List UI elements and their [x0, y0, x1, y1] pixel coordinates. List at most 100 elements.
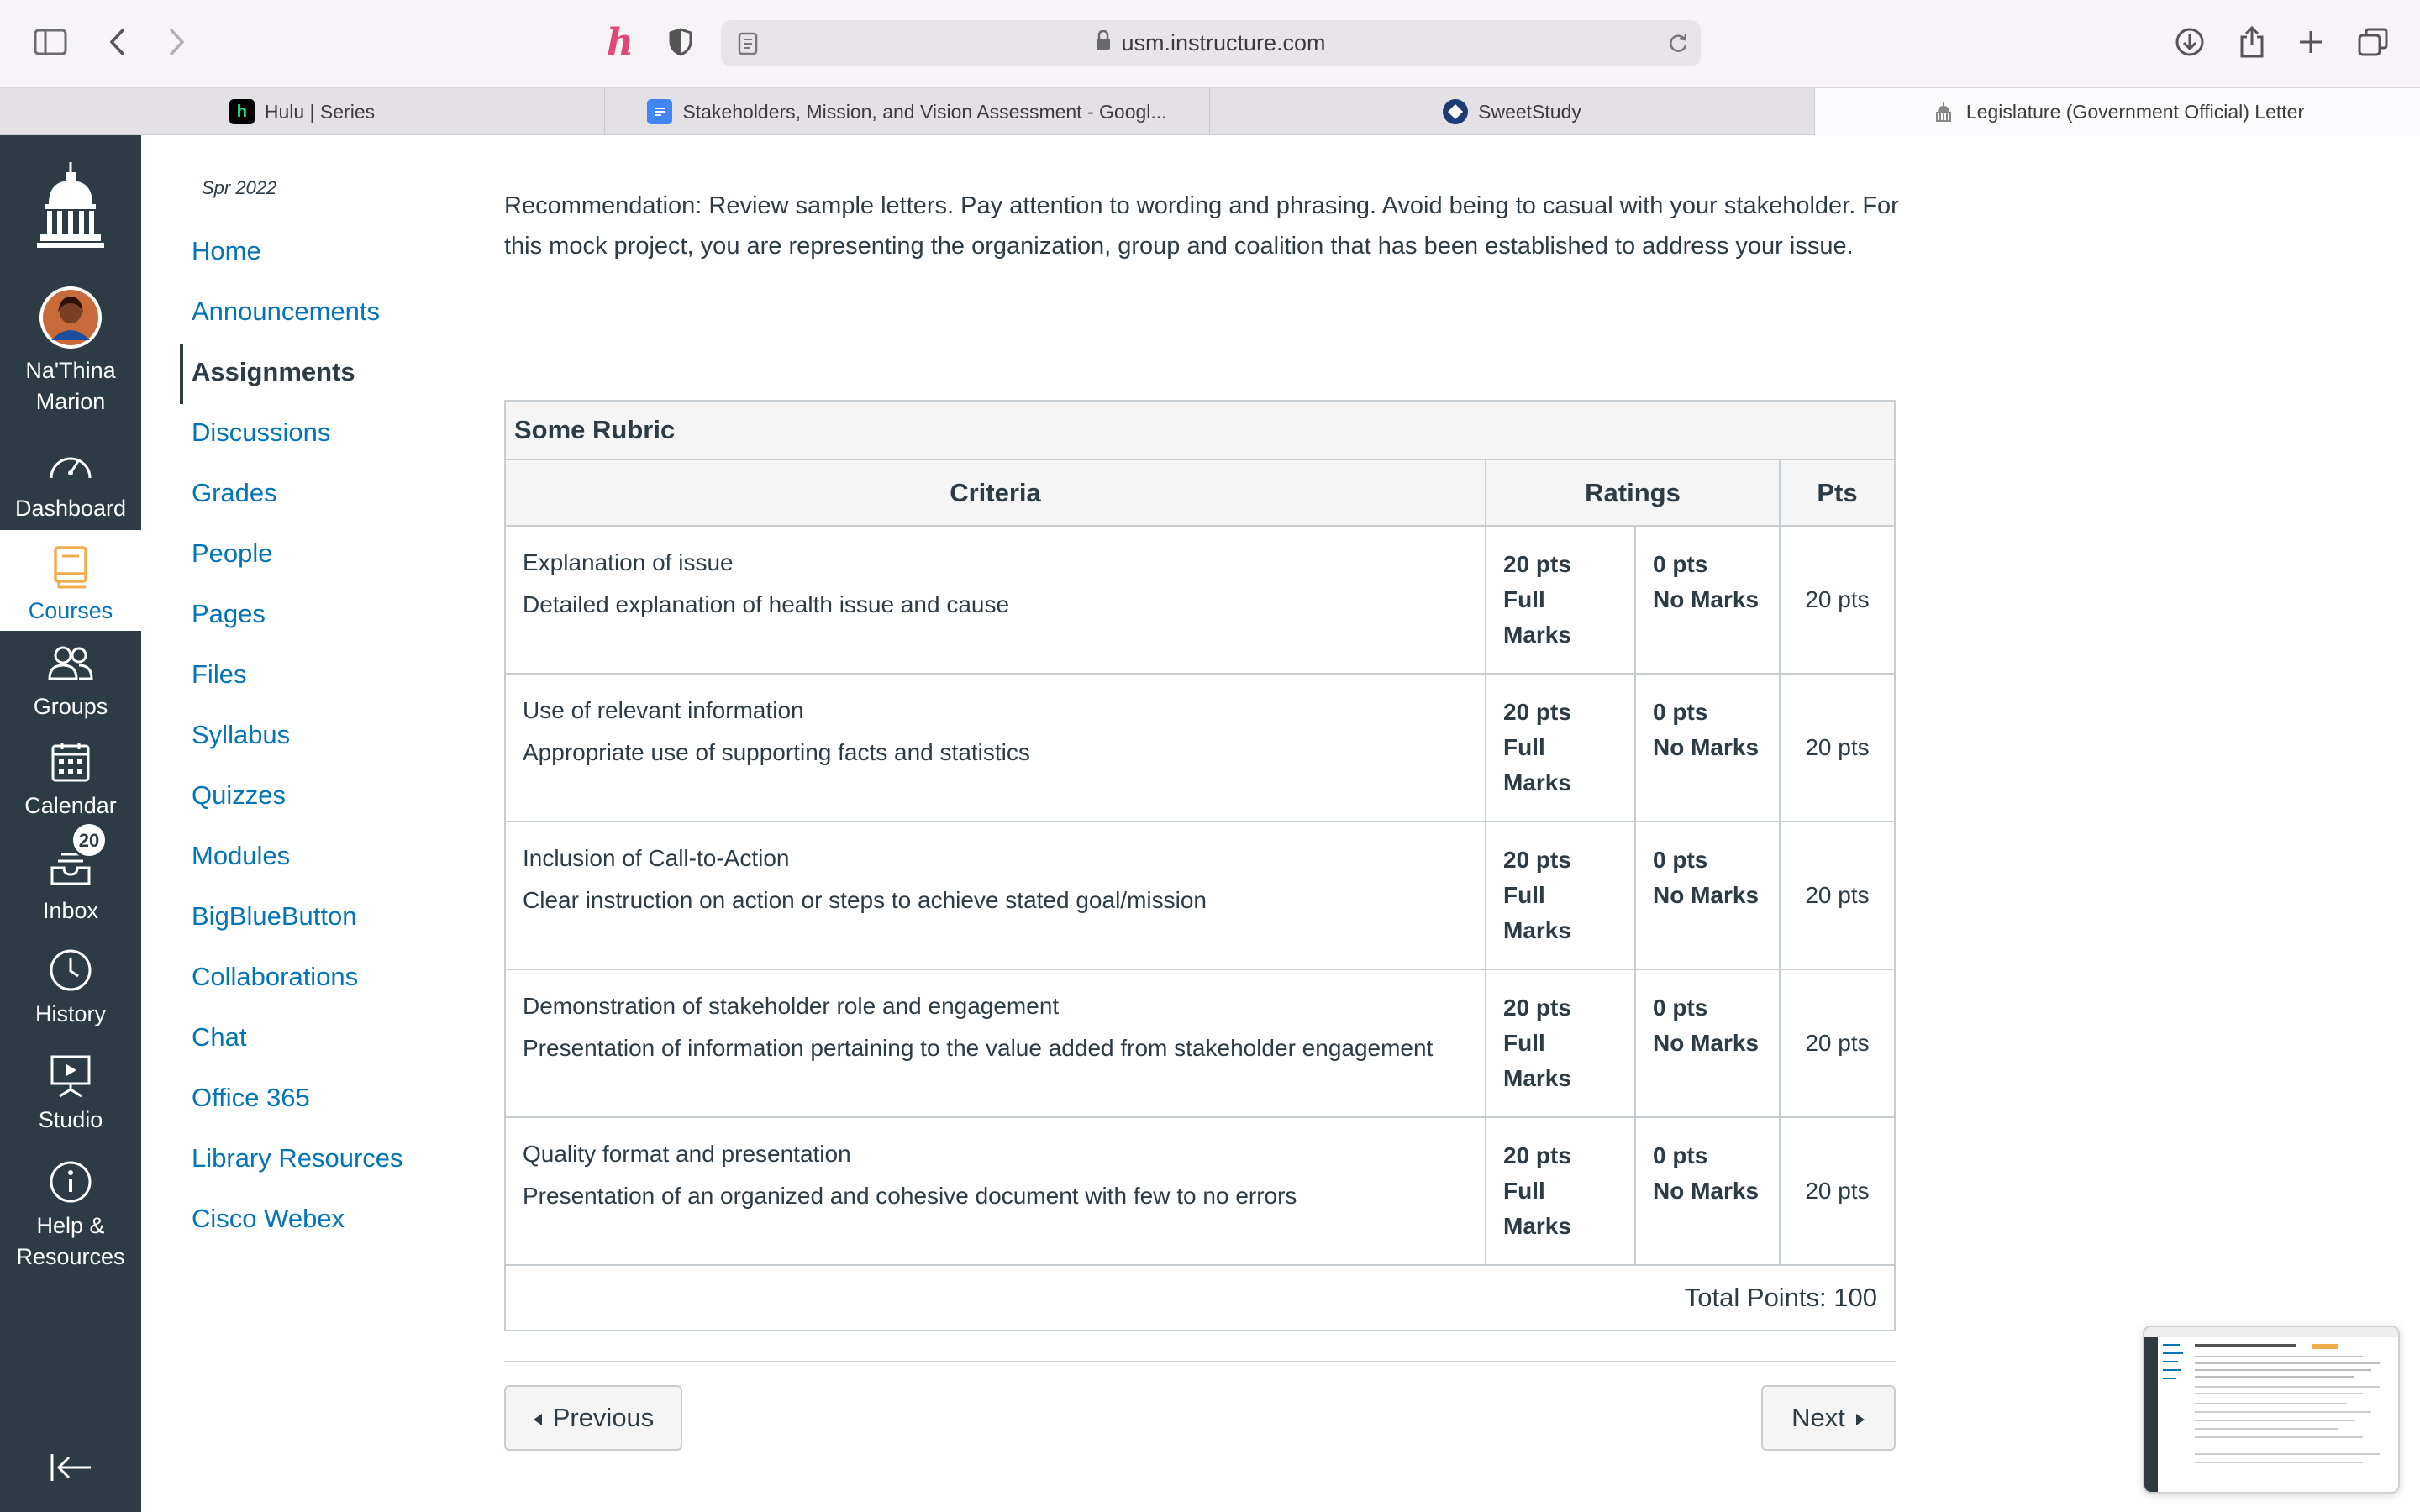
- rating-full-marks: 20 pts Full Marks: [1486, 674, 1636, 822]
- criterion-description: Presentation of information pertaining t…: [523, 1035, 1434, 1061]
- address-bar[interactable]: usm.instructure.com: [721, 20, 1701, 66]
- course-nav-syllabus[interactable]: Syllabus: [192, 720, 290, 750]
- calendar-label: Calendar: [24, 793, 117, 818]
- studio-icon: [47, 1053, 94, 1100]
- history-label: History: [34, 1001, 106, 1026]
- tab-bar: h Hulu | Series Stakeholders, Mission, a…: [0, 88, 2420, 136]
- tab-title: Stakeholders, Mission, and Vision Assess…: [682, 100, 1167, 123]
- tab-google-doc[interactable]: Stakeholders, Mission, and Vision Assess…: [605, 88, 1210, 135]
- tab-title: SweetStudy: [1478, 100, 1581, 123]
- next-label: Next: [1791, 1403, 1845, 1432]
- groups-label: Groups: [33, 694, 108, 719]
- pager-divider: [504, 1361, 1896, 1362]
- reload-icon[interactable]: [1667, 32, 1689, 60]
- back-icon[interactable]: [97, 22, 138, 62]
- rating-points: 20 pts: [1503, 1142, 1571, 1168]
- course-nav-files[interactable]: Files: [192, 659, 246, 690]
- course-nav-pages[interactable]: Pages: [192, 599, 266, 629]
- dashboard-label: Dashboard: [14, 496, 127, 521]
- course-nav-people[interactable]: People: [192, 538, 273, 569]
- rubric-header-row: Criteria Ratings Pts: [506, 460, 1894, 527]
- new-tab-icon[interactable]: [2291, 22, 2331, 62]
- rating-label: No Marks: [1653, 586, 1760, 612]
- rating-points: 20 pts: [1503, 551, 1571, 577]
- browser-toolbar: h usm.instructure.com: [0, 0, 2420, 88]
- groups-nav-item[interactable]: Groups: [0, 639, 141, 722]
- rating-full-marks: 20 pts Full Marks: [1486, 969, 1636, 1118]
- calendar-nav-item[interactable]: Calendar: [0, 738, 141, 822]
- criterion-title: Inclusion of Call-to-Action: [523, 845, 790, 871]
- rating-points: 20 pts: [1503, 995, 1571, 1021]
- main-content: Recommendation: Review sample letters. P…: [504, 135, 2420, 1512]
- criterion-points: 20 pts: [1780, 822, 1894, 970]
- honey-extension-icon[interactable]: h: [600, 21, 640, 64]
- criterion-title: Explanation of issue: [523, 549, 734, 575]
- tab-legislature-letter[interactable]: Legislature (Government Official) Letter: [1815, 88, 2420, 136]
- screenshot-thumbnail[interactable]: [2143, 1326, 2400, 1494]
- rating-label: No Marks: [1653, 734, 1760, 760]
- downloads-icon[interactable]: [2170, 22, 2210, 62]
- course-nav-bigbluebutton[interactable]: BigBlueButton: [192, 901, 356, 932]
- course-nav-assignments[interactable]: Assignments: [192, 357, 355, 387]
- rating-points: 0 pts: [1653, 995, 1708, 1021]
- institution-logo[interactable]: [0, 160, 141, 253]
- sweetstudy-icon: [1443, 99, 1469, 124]
- history-clock-icon: [47, 947, 94, 994]
- help-nav-item[interactable]: Help & Resources: [0, 1158, 141, 1273]
- rating-label: No Marks: [1653, 882, 1760, 908]
- criterion-cell: Inclusion of Call-to-Action Clear instru…: [506, 822, 1486, 970]
- course-nav-modules[interactable]: Modules: [192, 841, 290, 871]
- course-nav-library-resources[interactable]: Library Resources: [192, 1143, 403, 1173]
- hulu-favicon-icon: h: [229, 99, 255, 124]
- criterion-points: 20 pts: [1780, 969, 1894, 1118]
- thumbnail-preview-image: [2144, 1327, 2398, 1492]
- course-nav-discussions[interactable]: Discussions: [192, 417, 330, 448]
- tab-hulu[interactable]: h Hulu | Series: [0, 88, 605, 135]
- rating-points: 20 pts: [1503, 699, 1571, 725]
- tab-overview-icon[interactable]: [2353, 22, 2393, 62]
- course-nav-chat[interactable]: Chat: [192, 1022, 246, 1053]
- next-button[interactable]: Next: [1761, 1385, 1896, 1451]
- criterion-title: Demonstration of stakeholder role and en…: [523, 993, 1060, 1019]
- share-icon[interactable]: [2232, 22, 2272, 62]
- rating-no-marks: 0 pts No Marks: [1634, 822, 1781, 970]
- collapse-arrow-icon: [47, 1444, 94, 1491]
- avatar: [39, 286, 102, 349]
- criterion-description: Detailed explanation of health issue and…: [523, 591, 1010, 617]
- criterion-description: Presentation of an organized and cohesiv…: [523, 1183, 1297, 1209]
- studio-nav-item[interactable]: Studio: [0, 1053, 141, 1136]
- collapse-nav-button[interactable]: [0, 1444, 141, 1496]
- privacy-shield-icon[interactable]: [660, 22, 701, 62]
- forward-icon[interactable]: [156, 22, 197, 62]
- criterion-cell: Use of relevant information Appropriate …: [506, 674, 1486, 822]
- course-nav-cisco-webex[interactable]: Cisco Webex: [192, 1204, 345, 1234]
- criterion-points: 20 pts: [1780, 1117, 1894, 1266]
- courses-nav-item[interactable]: Courses: [0, 530, 141, 631]
- course-nav-quizzes[interactable]: Quizzes: [192, 780, 286, 811]
- account-nav-item[interactable]: Na'Thina Marion: [0, 286, 141, 417]
- sidebar-toggle-icon[interactable]: [30, 22, 71, 62]
- course-nav-collaborations[interactable]: Collaborations: [192, 962, 358, 992]
- help-info-icon: [47, 1158, 94, 1205]
- course-nav-office-365[interactable]: Office 365: [192, 1083, 310, 1113]
- previous-label: Previous: [552, 1403, 655, 1432]
- inbox-nav-item[interactable]: Inbox 20: [0, 822, 141, 927]
- dashboard-nav-item[interactable]: Dashboard: [0, 441, 141, 524]
- course-navigation: Spr 2022 Home Announcements Assignments …: [141, 135, 494, 1512]
- tab-sweetstudy[interactable]: SweetStudy: [1210, 88, 1815, 135]
- history-nav-item[interactable]: History: [0, 947, 141, 1030]
- capitol-logo-icon: [37, 162, 104, 248]
- course-nav-grades[interactable]: Grades: [192, 478, 277, 508]
- course-nav-announcements[interactable]: Announcements: [192, 297, 380, 327]
- calendar-icon: [47, 738, 94, 785]
- rating-no-marks: 0 pts No Marks: [1634, 674, 1781, 822]
- help-label-line2: Resources: [16, 1244, 125, 1269]
- rating-label: No Marks: [1653, 1178, 1760, 1204]
- rubric-row: Demonstration of stakeholder role and en…: [506, 969, 1894, 1118]
- previous-button[interactable]: Previous: [504, 1385, 682, 1451]
- criterion-title: Quality format and presentation: [523, 1141, 851, 1167]
- rating-points: 0 pts: [1653, 699, 1708, 725]
- course-nav-home[interactable]: Home: [192, 236, 261, 266]
- user-name-line2: Marion: [35, 389, 106, 414]
- criterion-points: 20 pts: [1780, 674, 1894, 822]
